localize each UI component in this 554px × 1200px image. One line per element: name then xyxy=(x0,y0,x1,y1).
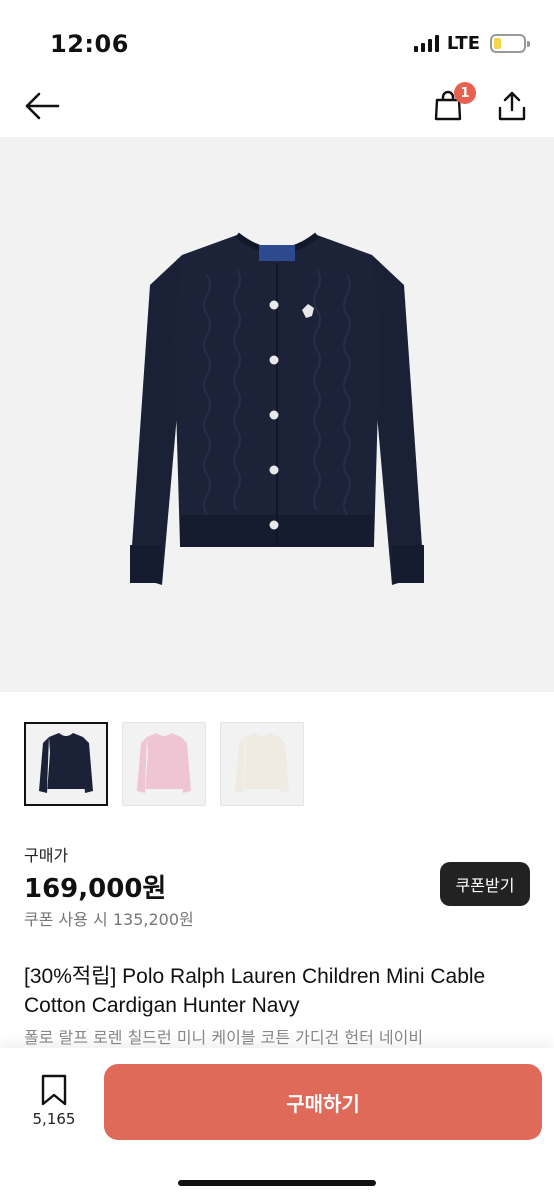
product-title: [30%적립] Polo Ralph Lauren Children Mini … xyxy=(24,965,486,1017)
share-icon xyxy=(498,91,526,121)
cardigan-thumbnail-cream xyxy=(235,733,289,793)
back-button[interactable] xyxy=(22,86,62,126)
status-time: 12:06 xyxy=(50,30,129,58)
share-button[interactable] xyxy=(492,86,532,126)
get-coupon-button[interactable]: 쿠폰받기 xyxy=(440,862,530,906)
buy-button[interactable]: 구매하기 xyxy=(104,1064,542,1140)
navigation-bar: 1 xyxy=(0,80,554,136)
status-indicators: LTE xyxy=(413,33,530,54)
status-bar: 12:06 LTE xyxy=(0,0,554,88)
coupon-price-text: 쿠폰 사용 시 135,200원 xyxy=(24,910,194,929)
battery-level xyxy=(494,38,501,49)
product-subtitle: 폴로 랄프 로렌 칠드런 미니 케이블 코튼 가디건 헌터 네이비 xyxy=(24,1028,424,1047)
cardigan-thumbnail-navy xyxy=(39,733,93,793)
price-value: 169,000원 xyxy=(24,874,167,904)
network-label: LTE xyxy=(446,33,480,54)
cardigan-image xyxy=(130,232,424,585)
product-image[interactable] xyxy=(0,137,554,692)
thumbnail-cream[interactable] xyxy=(220,722,304,806)
thumbnail-pink[interactable] xyxy=(122,722,206,806)
signal-icon xyxy=(413,35,439,52)
cardigan-thumbnail-pink xyxy=(137,733,191,793)
thumbnail-strip xyxy=(24,722,304,806)
arrow-left-icon xyxy=(25,92,60,120)
price-label: 구매가 xyxy=(24,846,69,865)
home-indicator xyxy=(178,1180,376,1186)
battery-icon xyxy=(490,34,530,53)
thumbnail-navy[interactable] xyxy=(24,722,108,806)
bookmark-icon xyxy=(41,1074,67,1106)
cart-count-badge: 1 xyxy=(454,82,476,104)
cart-button[interactable]: 1 xyxy=(428,82,476,126)
bottom-action-bar: 5,165 구매하기 xyxy=(0,1048,554,1200)
bookmark-button[interactable]: 5,165 xyxy=(26,1074,82,1128)
bookmark-count: 5,165 xyxy=(32,1110,76,1128)
